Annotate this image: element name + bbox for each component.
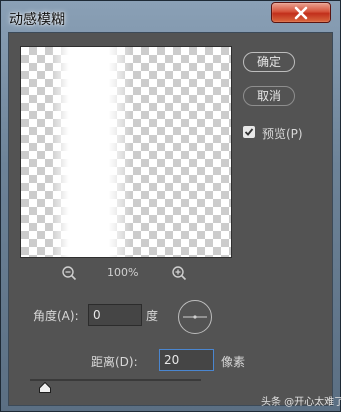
angle-unit: 度 bbox=[146, 309, 159, 323]
distance-input[interactable]: 20 bbox=[159, 349, 214, 371]
distance-slider[interactable] bbox=[30, 379, 201, 381]
dialog-body: 100% 确定 取消 预览(P) 角度(A): 0 度 距离(D): 20 像素… bbox=[8, 32, 341, 408]
angle-input[interactable]: 0 bbox=[88, 304, 142, 326]
blurred-preview-image bbox=[51, 47, 131, 257]
angle-dial[interactable] bbox=[178, 300, 212, 334]
motion-blur-dialog: 动感模糊 100% 确定 取消 预览(P) 角度(A): 0 度 距离(D): … bbox=[0, 0, 341, 412]
distance-unit: 像素 bbox=[221, 355, 246, 369]
zoom-out-icon[interactable] bbox=[61, 265, 77, 281]
watermark: 头条 @开心太难了 bbox=[261, 397, 341, 408]
cancel-button[interactable]: 取消 bbox=[243, 86, 295, 106]
distance-label: 距离(D): bbox=[91, 355, 138, 369]
title-bar[interactable]: 动感模糊 bbox=[1, 1, 340, 33]
check-icon bbox=[244, 128, 254, 136]
angle-label: 角度(A): bbox=[33, 309, 79, 323]
zoom-level: 100% bbox=[107, 266, 139, 279]
angle-indicator bbox=[183, 315, 207, 319]
zoom-in-icon[interactable] bbox=[171, 265, 187, 281]
dialog-title: 动感模糊 bbox=[9, 12, 65, 28]
preview-checkbox[interactable] bbox=[243, 126, 255, 138]
close-button[interactable] bbox=[271, 2, 331, 23]
ok-button[interactable]: 确定 bbox=[243, 52, 295, 72]
distance-slider-thumb[interactable] bbox=[39, 382, 51, 393]
preview-canvas[interactable] bbox=[20, 46, 232, 258]
zoom-controls: 100% bbox=[61, 265, 191, 281]
preview-checkbox-label: 预览(P) bbox=[262, 127, 303, 141]
close-icon bbox=[294, 6, 308, 20]
